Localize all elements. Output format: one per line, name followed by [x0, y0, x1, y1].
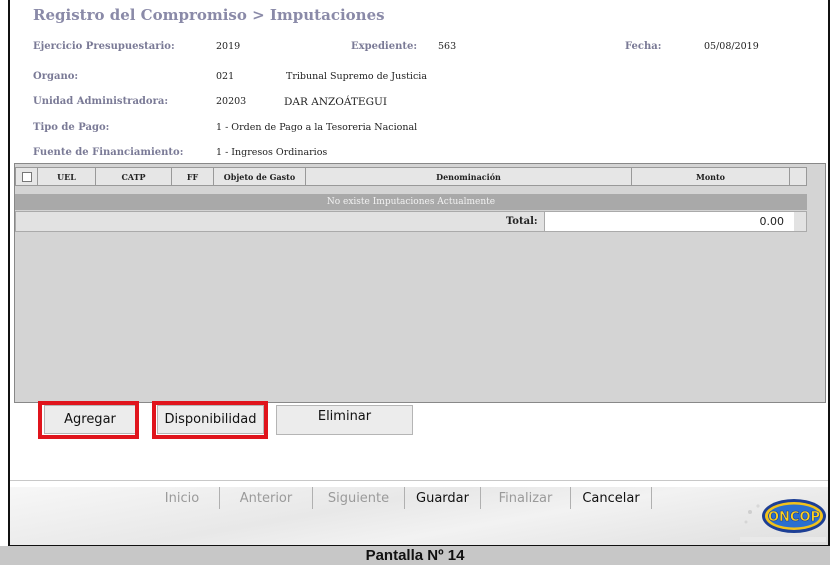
fuente-label: Fuente de Financiamiento:: [33, 147, 184, 158]
expediente-value: 563: [438, 41, 457, 52]
unidad-name: DAR ANZOÁTEGUI: [284, 96, 387, 108]
fuente-value: 1 - Ingresos Ordinarios: [216, 147, 328, 158]
tipo-pago-value: 1 - Orden de Pago a la Tesoreria Naciona…: [216, 122, 418, 133]
select-all-checkbox[interactable]: [21, 171, 32, 182]
caption: Pantalla Nº 14: [0, 546, 830, 565]
organo-label: Organo:: [33, 71, 79, 82]
logo-text: ONCOP: [768, 510, 820, 525]
unidad-code: 20203: [216, 96, 247, 107]
tipo-pago-label: Tipo de Pago:: [33, 122, 110, 133]
unidad-label: Unidad Administradora:: [33, 96, 169, 107]
organo-code: 021: [216, 71, 235, 82]
separator: [10, 480, 828, 481]
disponibilidad-highlight: [152, 401, 268, 439]
eliminar-button[interactable]: Eliminar: [276, 405, 413, 435]
navigation-bar: Inicio Anterior Siguiente Guardar Finali…: [10, 487, 828, 545]
oncop-logo: ONCOP: [740, 499, 826, 542]
column-header-ff[interactable]: FF: [172, 168, 214, 185]
guardar-button[interactable]: Guardar: [405, 487, 481, 509]
total-row: Total: 0.00: [15, 211, 807, 232]
organo-name: Tribunal Supremo de Justicia: [286, 71, 427, 82]
select-all-cell: [16, 168, 38, 185]
finalizar-button[interactable]: Finalizar: [481, 487, 571, 509]
siguiente-button[interactable]: Siguiente: [313, 487, 405, 509]
column-header-catp[interactable]: CATP: [96, 168, 172, 185]
fecha-value: 05/08/2019: [704, 41, 759, 52]
column-header-objeto-gasto[interactable]: Objeto de Gasto: [214, 168, 306, 185]
inicio-button[interactable]: Inicio: [145, 487, 220, 509]
imputaciones-grid: UEL CATP FF Objeto de Gasto Denominación…: [14, 163, 826, 403]
total-label: Total:: [506, 216, 538, 227]
fecha-label: Fecha:: [625, 41, 662, 52]
ejercicio-value: 2019: [216, 41, 241, 52]
table-header: UEL CATP FF Objeto de Gasto Denominación…: [15, 167, 807, 186]
expediente-label: Expediente:: [351, 41, 418, 52]
anterior-button[interactable]: Anterior: [220, 487, 313, 509]
column-header-monto[interactable]: Monto: [632, 168, 790, 185]
agregar-highlight: [38, 401, 139, 439]
column-header-denominacion[interactable]: Denominación: [306, 168, 632, 185]
empty-message: No existe Imputaciones Actualmente: [15, 194, 807, 210]
page-title: Registro del Compromiso > Imputaciones: [33, 6, 385, 24]
total-value: 0.00: [544, 212, 794, 231]
ejercicio-label: Ejercicio Presupuestario:: [33, 41, 175, 52]
column-header-uel[interactable]: UEL: [38, 168, 96, 185]
cancelar-button[interactable]: Cancelar: [571, 487, 652, 509]
